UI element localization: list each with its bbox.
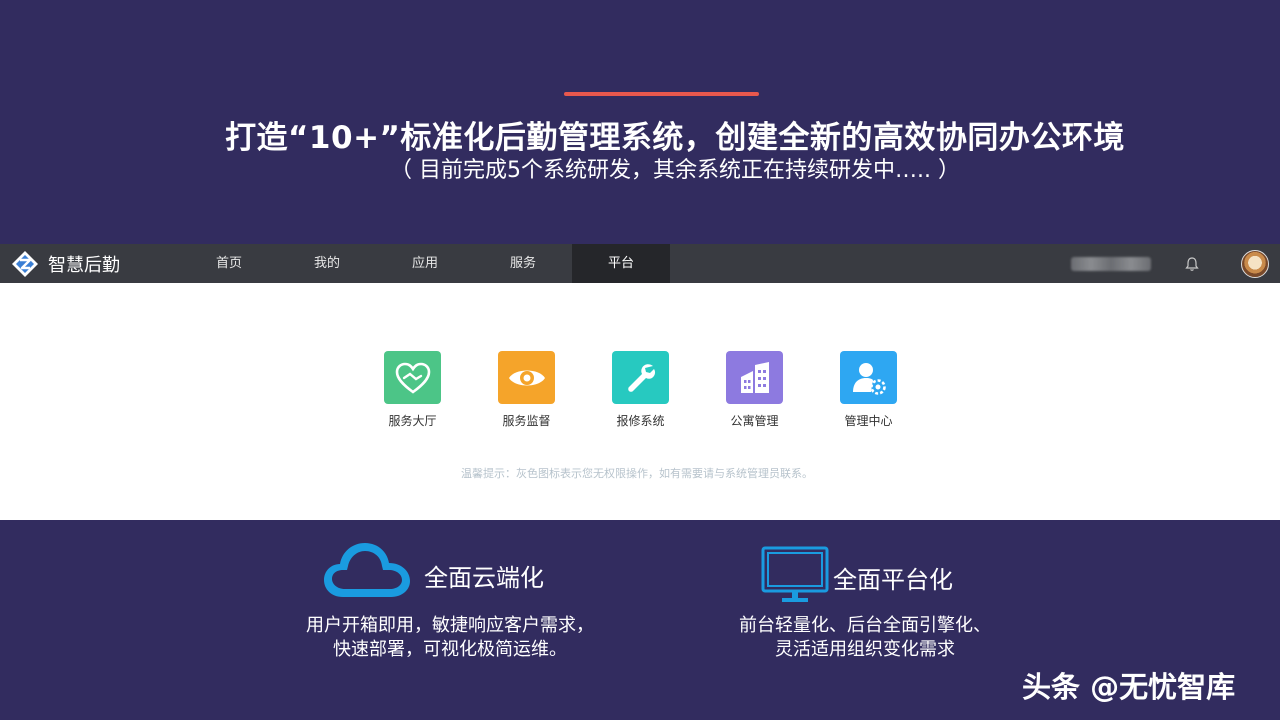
tile-management-center[interactable]: 管理中心 [838, 351, 952, 429]
handshake-heart-icon [384, 351, 441, 404]
nav-right [1071, 244, 1280, 283]
slide-headline: 打造“10+”标准化后勤管理系统，创建全新的高效协同办公环境 [225, 120, 1125, 156]
wrench-icon [612, 351, 669, 404]
tab-apps[interactable]: 应用 [376, 244, 474, 283]
user-gear-icon [840, 351, 897, 404]
tile-apartment-management[interactable]: 公寓管理 [724, 351, 838, 429]
tile-label: 报修系统 [616, 414, 665, 428]
feature-platform-desc-line2: 灵活适用组织变化需求 [775, 639, 955, 660]
nav-tabs: 首页 我的 应用 服务 平台 [180, 244, 670, 283]
feature-cloud-desc: 用户开箱即用，敏捷响应客户需求， 快速部署，可视化极简运维。 [290, 614, 610, 662]
monitor-icon [761, 546, 829, 602]
accent-divider [564, 92, 759, 96]
feature-cloud-desc-line1: 用户开箱即用，敏捷响应客户需求， [306, 615, 594, 636]
user-name-blurred[interactable] [1071, 256, 1151, 271]
building-icon [726, 351, 783, 404]
app-tiles: 服务大厅 服务监督 报修系统 公寓管理 管理中心 [382, 351, 952, 429]
brand-name: 智慧后勤 [48, 254, 120, 276]
brand-logo-icon [12, 250, 38, 277]
cloud-icon [324, 543, 410, 597]
app-top-nav: 智慧后勤 首页 我的 应用 服务 平台 [0, 244, 1280, 283]
slide-header: 打造“10+”标准化后勤管理系统，创建全新的高效协同办公环境 （ 目前完成5个系… [0, 0, 1280, 244]
tile-label: 服务监督 [502, 414, 551, 428]
tab-home[interactable]: 首页 [180, 244, 278, 283]
tile-label: 管理中心 [844, 414, 893, 428]
tab-platform[interactable]: 平台 [572, 244, 670, 283]
tile-label: 服务大厅 [388, 414, 437, 428]
feature-cloud-desc-line2: 快速部署，可视化极简运维。 [333, 639, 567, 660]
tile-service-hall[interactable]: 服务大厅 [382, 351, 496, 429]
brand[interactable]: 智慧后勤 [0, 244, 180, 283]
user-avatar[interactable] [1241, 249, 1269, 278]
feature-platform-desc: 前台轻量化、后台全面引擎化、 灵活适用组织变化需求 [715, 614, 1015, 662]
tile-service-supervision[interactable]: 服务监督 [496, 351, 610, 429]
slide-subheadline: （ 目前完成5个系统研发，其余系统正在持续研发中….. ） [390, 158, 960, 183]
app-content: 服务大厅 服务监督 报修系统 公寓管理 管理中心 温馨提示：灰色图标表示您无权限… [0, 283, 1280, 520]
feature-platform-desc-line1: 前台轻量化、后台全面引擎化、 [739, 615, 991, 636]
tile-repair-system[interactable]: 报修系统 [610, 351, 724, 429]
tile-label: 公寓管理 [730, 414, 779, 428]
feature-platform-title: 全面平台化 [833, 566, 953, 594]
permission-hint: 温馨提示：灰色图标表示您无权限操作，如有需要请与系统管理员联系。 [461, 467, 813, 480]
tab-services[interactable]: 服务 [474, 244, 572, 283]
eye-icon [498, 351, 555, 404]
tab-mine[interactable]: 我的 [278, 244, 376, 283]
feature-cloud-title: 全面云端化 [424, 564, 544, 592]
watermark: 头条 @无忧智库 [1022, 670, 1236, 704]
bell-icon[interactable] [1181, 253, 1203, 275]
